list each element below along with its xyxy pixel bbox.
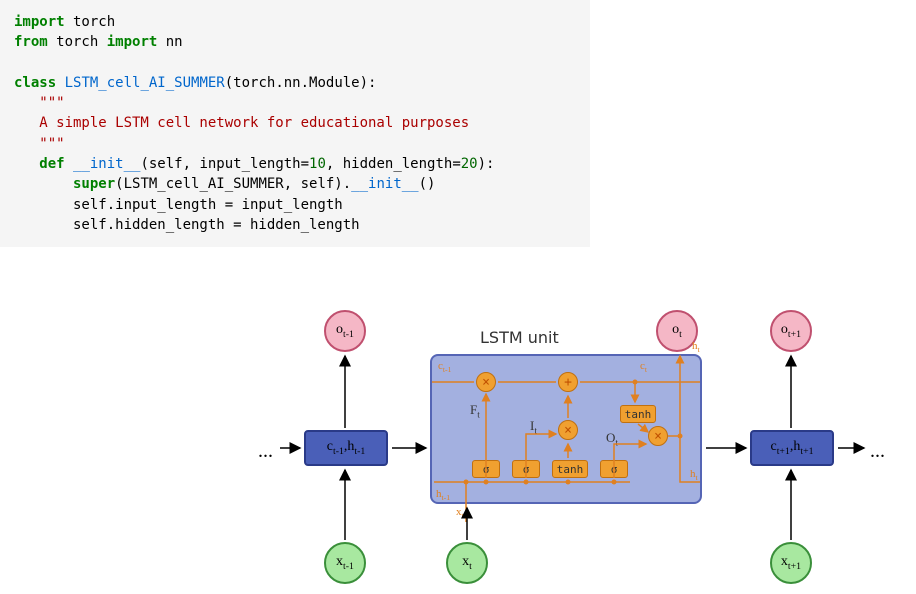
state-prev: ct-1,ht-1 — [304, 430, 388, 466]
code-block: import torch from torch import nn class … — [0, 0, 590, 247]
label-I: It — [530, 418, 537, 436]
op-mult-o: × — [648, 426, 668, 446]
input-cur: xt — [446, 542, 488, 584]
code-line-10: self.input_length = input_length — [14, 197, 343, 213]
label-h-cur-right: ht — [690, 468, 698, 482]
code-line-7: """ — [14, 136, 65, 152]
code-line-4: class LSTM_cell_AI_SUMMER(torch.nn.Modul… — [14, 75, 376, 91]
lstm-diagram: LSTM unit ot-1 ot ot+1 xt-1 xt xt+1 ct-1… — [0, 310, 916, 594]
op-add: + — [558, 372, 578, 392]
gate-sigma-o: σ — [600, 460, 628, 478]
label-h-cur-top: ht — [692, 340, 700, 354]
code-line-11: self.hidden_length = hidden_length — [14, 217, 360, 233]
label-c-prev: ct-1 — [438, 360, 451, 374]
label-c-cur: ct — [640, 360, 647, 374]
gate-tanh-c: tanh — [552, 460, 588, 478]
code-line-8: def __init__(self, input_length=10, hidd… — [14, 156, 494, 172]
op-mult-i: × — [558, 420, 578, 440]
code-line-2: from torch import nn — [14, 34, 183, 50]
input-next: xt+1 — [770, 542, 812, 584]
gate-tanh-out: tanh — [620, 405, 656, 423]
ellipsis-left: ... — [258, 440, 273, 463]
label-h-prev: ht-1 — [436, 488, 450, 502]
ellipsis-right: ... — [870, 440, 885, 463]
op-mult-f: × — [476, 372, 496, 392]
output-prev: ot-1 — [324, 310, 366, 352]
label-F: Ft — [470, 402, 480, 420]
code-line-6: A simple LSTM cell network for education… — [14, 115, 469, 131]
output-next: ot+1 — [770, 310, 812, 352]
state-next: ct+1,ht+1 — [750, 430, 834, 466]
code-line-1: import torch — [14, 14, 115, 30]
label-x: xt — [456, 506, 464, 520]
input-prev: xt-1 — [324, 542, 366, 584]
gate-sigma-i: σ — [512, 460, 540, 478]
label-O: Ot — [606, 430, 618, 448]
gate-sigma-f: σ — [472, 460, 500, 478]
code-line-5: """ — [14, 95, 65, 111]
code-line-9: super(LSTM_cell_AI_SUMMER, self).__init_… — [14, 176, 435, 192]
lstm-unit-title: LSTM unit — [480, 328, 559, 347]
